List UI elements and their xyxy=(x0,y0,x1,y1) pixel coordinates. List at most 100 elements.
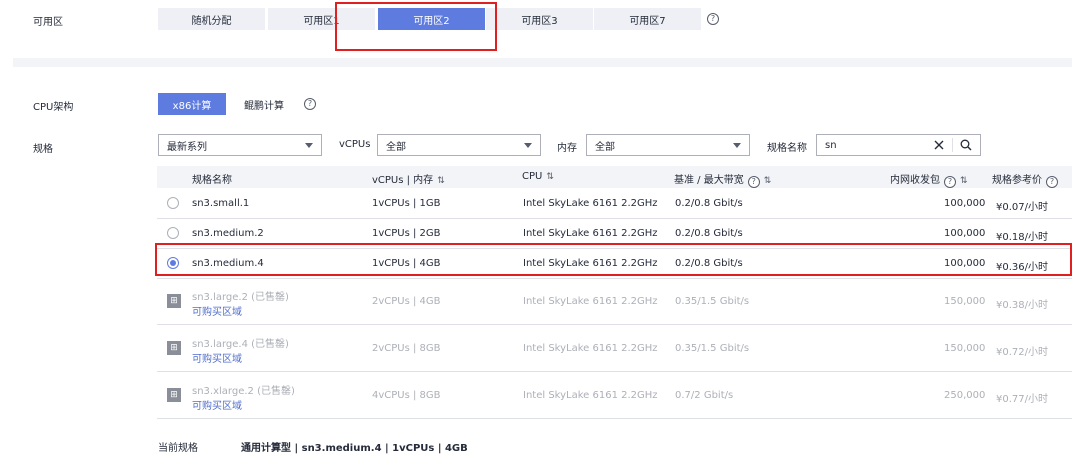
vcpus-select[interactable]: 全部 xyxy=(377,134,541,156)
cell-cpu: Intel SkyLake 6161 2.2GHz xyxy=(523,296,658,307)
th-bandwidth-label: 基准 / 最大带宽 xyxy=(674,175,744,186)
cpu-arch-kunpeng-button[interactable]: 鲲鹏计算 xyxy=(236,93,292,115)
close-icon[interactable] xyxy=(934,140,944,150)
az-tab-2[interactable]: 可用区2 xyxy=(378,8,485,30)
cell-pps: 150,000 xyxy=(944,296,986,307)
row-radio-selected[interactable] xyxy=(167,257,179,269)
cell-bandwidth: 0.35/1.5 Gbit/s xyxy=(675,343,750,354)
th-cpu[interactable]: CPU ⇅ xyxy=(522,171,554,182)
cart-icon: ⊞ xyxy=(167,388,181,402)
cell-cpu: Intel SkyLake 6161 2.2GHz xyxy=(523,198,658,209)
row-divider xyxy=(157,278,1072,279)
cell-bandwidth: 0.35/1.5 Gbit/s xyxy=(675,296,750,307)
cell-vcpus: 1vCPUs | 2GB xyxy=(372,228,441,239)
row-divider xyxy=(157,324,1072,325)
cell-vcpus: 1vCPUs | 4GB xyxy=(372,258,441,269)
chevron-down-icon xyxy=(733,143,741,148)
spec-search-box xyxy=(816,134,981,156)
vcpus-select-value: 全部 xyxy=(386,141,406,153)
series-select-value: 最新系列 xyxy=(167,141,207,153)
cell-pps: 250,000 xyxy=(944,390,986,401)
cell-vcpus: 2vCPUs | 4GB xyxy=(372,296,441,307)
cell-spec-name: sn3.medium.4 xyxy=(192,258,264,269)
spec-name-label: 规格名称 xyxy=(767,143,807,154)
cell-vcpus: 1vCPUs | 1GB xyxy=(372,198,441,209)
sort-icon[interactable]: ⇅ xyxy=(546,172,554,182)
sort-icon[interactable]: ⇅ xyxy=(437,176,445,186)
th-bandwidth[interactable]: 基准 / 最大带宽? ⇅ xyxy=(674,171,772,188)
row-divider xyxy=(157,418,1072,419)
cell-cpu: Intel SkyLake 6161 2.2GHz xyxy=(523,228,658,239)
purchasable-zones-link[interactable]: 可购买区域 xyxy=(192,350,242,365)
mem-filter-label: 内存 xyxy=(557,143,577,154)
mem-select-value: 全部 xyxy=(595,141,615,153)
cell-price: ¥0.38/小时 xyxy=(996,300,1048,311)
th-vcpus[interactable]: vCPUs | 内存 ⇅ xyxy=(372,171,445,186)
help-circle-icon[interactable]: ? xyxy=(944,176,956,188)
az-tab-random[interactable]: 随机分配 xyxy=(158,8,265,30)
purchasable-zones-link[interactable]: 可购买区域 xyxy=(192,397,242,412)
cell-bandwidth: 0.2/0.8 Gbit/s xyxy=(675,198,743,209)
purchasable-zones-link[interactable]: 可购买区域 xyxy=(192,303,242,318)
help-circle-icon[interactable]: ? xyxy=(747,176,760,188)
th-vcpus-label: vCPUs | 内存 xyxy=(372,175,434,186)
cell-spec-name: sn3.small.1 xyxy=(192,198,250,209)
cell-pps: 100,000 xyxy=(944,228,986,239)
cell-spec-name: sn3.large.2 (已售罄) xyxy=(192,292,289,303)
spec-search-input[interactable] xyxy=(825,138,925,152)
cell-vcpus: 4vCPUs | 8GB xyxy=(372,390,441,401)
chevron-down-icon xyxy=(305,143,313,148)
help-circle-icon[interactable]: ? xyxy=(304,98,316,110)
sort-icon[interactable]: ⇅ xyxy=(764,176,772,186)
cart-icon: ⊞ xyxy=(167,294,181,308)
cart-icon: ⊞ xyxy=(167,341,181,355)
series-select[interactable]: 最新系列 xyxy=(158,134,322,156)
th-price: 规格参考价? xyxy=(992,171,1058,188)
cell-pps: 100,000 xyxy=(944,258,986,269)
th-cpu-label: CPU xyxy=(522,171,543,182)
row-divider xyxy=(157,371,1072,372)
row-radio[interactable] xyxy=(167,227,179,239)
az-tab-7[interactable]: 可用区7 xyxy=(594,8,701,30)
current-spec-label: 当前规格 xyxy=(158,443,198,454)
mem-select[interactable]: 全部 xyxy=(586,134,750,156)
th-pps-label: 内网收发包 xyxy=(890,175,940,186)
az-label: 可用区 xyxy=(33,17,63,28)
current-spec-value: 通用计算型 | sn3.medium.4 | 1vCPUs | 4GB xyxy=(241,443,468,454)
cell-price: ¥0.72/小时 xyxy=(996,347,1048,358)
cell-bandwidth: 0.2/0.8 Gbit/s xyxy=(675,258,743,269)
search-icon[interactable] xyxy=(960,139,972,151)
cell-pps: 150,000 xyxy=(944,343,986,354)
cell-spec-name: sn3.medium.2 xyxy=(192,228,264,239)
help-circle-icon[interactable]: ? xyxy=(707,13,719,25)
az-tab-1[interactable]: 可用区1 xyxy=(268,8,375,30)
spec-label: 规格 xyxy=(33,144,53,155)
row-divider xyxy=(157,218,1072,219)
cpu-arch-x86-button[interactable]: x86计算 xyxy=(158,93,226,115)
th-pps[interactable]: 内网收发包? ⇅ xyxy=(890,171,968,188)
cell-price: ¥0.07/小时 xyxy=(996,202,1048,213)
cell-spec-name: sn3.large.4 (已售罄) xyxy=(192,339,289,350)
chevron-down-icon xyxy=(524,143,532,148)
cpu-arch-label: CPU架构 xyxy=(33,102,74,113)
cell-cpu: Intel SkyLake 6161 2.2GHz xyxy=(523,258,658,269)
th-price-label: 规格参考价 xyxy=(992,175,1042,186)
cell-vcpus: 2vCPUs | 8GB xyxy=(372,343,441,354)
section-divider xyxy=(13,58,1072,67)
sort-icon[interactable]: ⇅ xyxy=(960,176,968,186)
row-divider xyxy=(157,248,1072,249)
vcpus-filter-label: vCPUs xyxy=(339,139,371,150)
cell-pps: 100,000 xyxy=(944,198,986,209)
row-radio[interactable] xyxy=(167,197,179,209)
cell-spec-name: sn3.xlarge.2 (已售罄) xyxy=(192,386,295,397)
cell-price: ¥0.18/小时 xyxy=(996,232,1048,243)
cell-cpu: Intel SkyLake 6161 2.2GHz xyxy=(523,343,658,354)
cell-bandwidth: 0.7/2 Gbit/s xyxy=(675,390,734,401)
search-separator xyxy=(952,138,953,152)
cell-bandwidth: 0.2/0.8 Gbit/s xyxy=(675,228,743,239)
th-spec-name: 规格名称 xyxy=(192,175,232,186)
help-circle-icon[interactable]: ? xyxy=(1046,176,1058,188)
cell-price: ¥0.36/小时 xyxy=(996,262,1048,273)
cell-cpu: Intel SkyLake 6161 2.2GHz xyxy=(523,390,658,401)
az-tab-3[interactable]: 可用区3 xyxy=(486,8,593,30)
